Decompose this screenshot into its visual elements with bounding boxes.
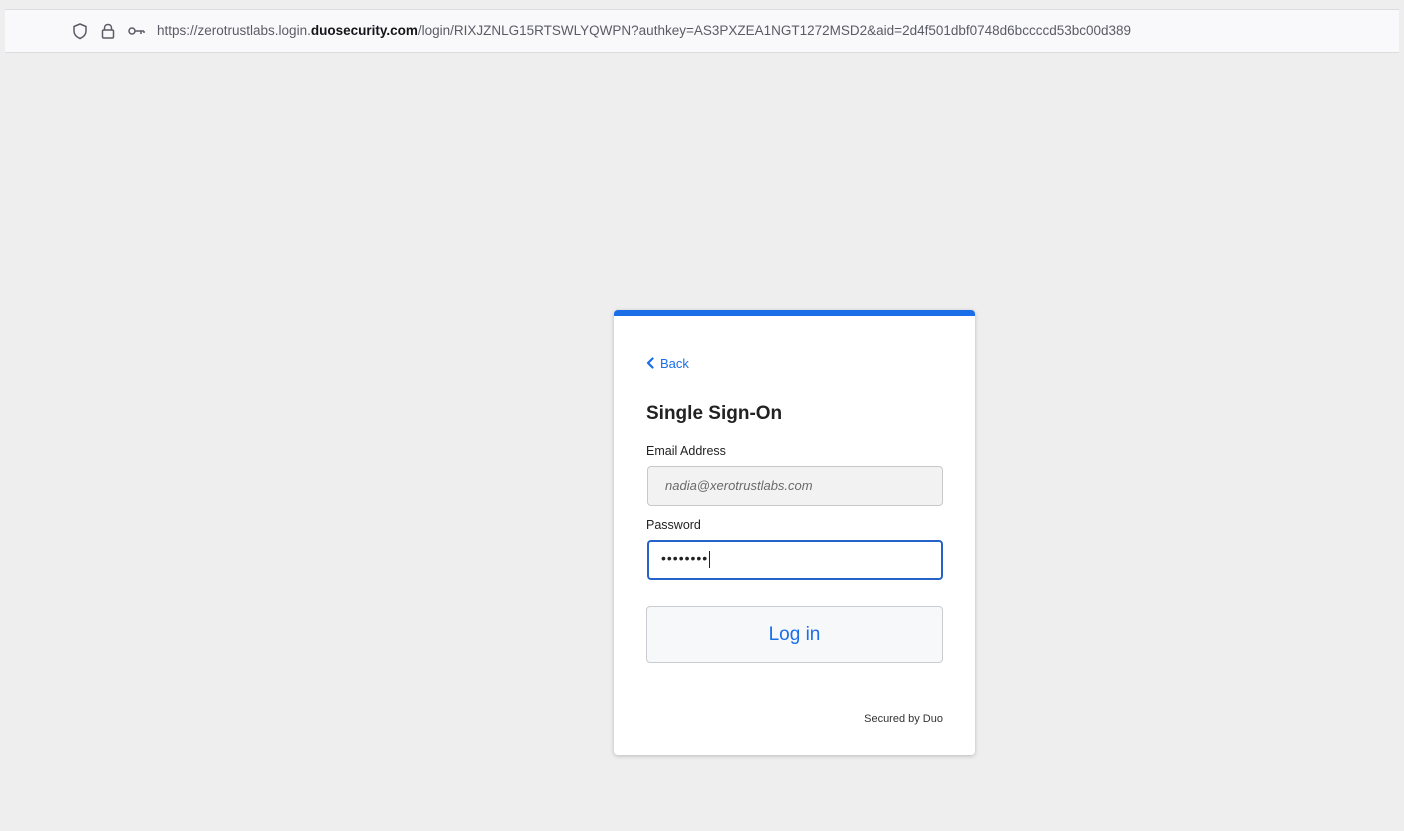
lock-icon[interactable] bbox=[99, 22, 117, 40]
text-cursor bbox=[709, 550, 711, 568]
password-value: •••••••• bbox=[661, 550, 709, 566]
page-title: Single Sign-On bbox=[646, 403, 783, 424]
address-bar[interactable]: https://zerotrustlabs.login.duosecurity.… bbox=[5, 9, 1399, 53]
url-text[interactable]: https://zerotrustlabs.login.duosecurity.… bbox=[157, 23, 1131, 38]
back-label: Back bbox=[660, 355, 689, 371]
url-prefix: https://zerotrustlabs.login. bbox=[157, 23, 311, 38]
url-domain: duosecurity.com bbox=[310, 23, 418, 38]
url-path: /login/RIXJZNLG15RTSWLYQWPN?authkey=AS3P… bbox=[417, 23, 1132, 38]
card-accent-bar bbox=[614, 310, 975, 316]
secured-by-footer: Secured by Duo bbox=[864, 713, 943, 725]
login-card: Back Single Sign-On Email Address nadia@… bbox=[614, 310, 975, 755]
password-label: Password bbox=[646, 518, 701, 532]
email-field[interactable]: nadia@xerotrustlabs.com bbox=[647, 466, 943, 506]
login-button[interactable]: Log in bbox=[646, 606, 943, 663]
shield-icon[interactable] bbox=[71, 22, 89, 40]
chevron-left-icon bbox=[646, 357, 654, 369]
back-link[interactable]: Back bbox=[646, 354, 689, 372]
email-value: nadia@xerotrustlabs.com bbox=[665, 478, 813, 493]
email-label: Email Address bbox=[646, 444, 726, 458]
password-field[interactable]: •••••••• bbox=[647, 540, 943, 580]
key-icon[interactable] bbox=[127, 22, 145, 40]
